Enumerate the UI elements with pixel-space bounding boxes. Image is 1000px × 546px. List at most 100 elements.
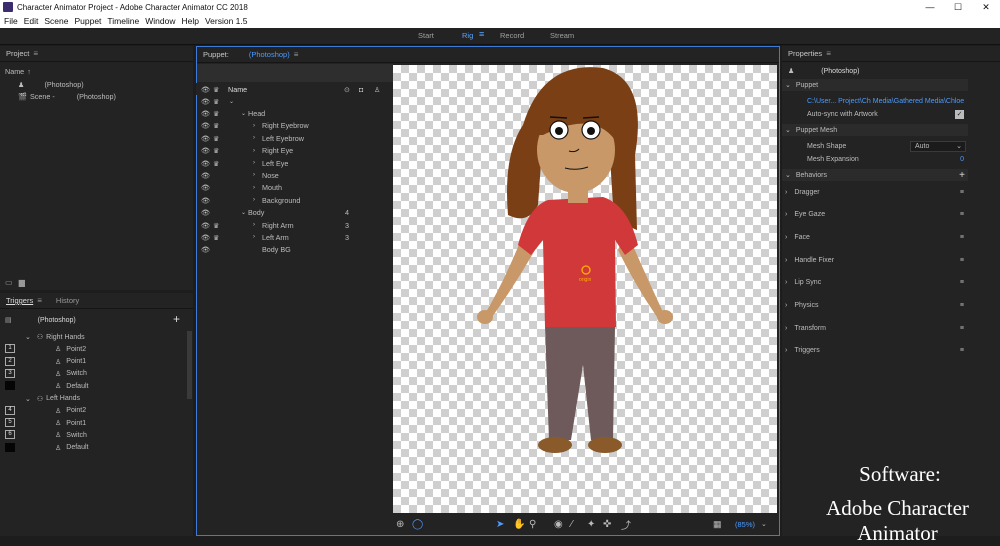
tab-start[interactable]: Start [418,31,434,40]
artwork-path-link[interactable]: C:\User... Project\Ch Media\Gathered Med… [807,98,964,105]
menu-timeline[interactable]: Timeline [107,16,139,26]
behavior-menu-icon[interactable]: ≡ [960,325,964,332]
artwork-path-row[interactable]: C:\User... Project\Ch Media\Gathered Med… [782,95,968,107]
behavior-row[interactable]: › Triggers ≡ [782,345,968,357]
chevron-icon[interactable]: › [253,185,255,191]
behavior-row[interactable]: › Dragger ≡ [782,186,968,198]
minimize-icon[interactable]: — [916,0,944,14]
panel-menu-icon[interactable]: ≡ [37,296,42,305]
layer-row[interactable]: 👁 Body BG [196,244,392,256]
crown-icon[interactable]: ♛ [213,109,219,118]
behavior-menu-icon[interactable]: ≡ [960,257,964,264]
grid-icon[interactable]: ▤ [5,316,12,324]
trigger-row[interactable]: ♙ Switch [55,368,87,380]
crown-icon[interactable]: ♛ [213,146,219,155]
eye-icon[interactable]: 👁 [201,159,210,168]
chevron-right-icon[interactable]: › [785,234,787,241]
crown-icon[interactable]: ♛ [213,159,219,168]
swap-set-row[interactable]: ⌄ ⚇ Right Hands [25,331,85,343]
menu-puppet[interactable]: Puppet [74,16,101,26]
layer-search-bar[interactable] [197,64,393,82]
rig-menu-icon[interactable]: ≡ [479,29,484,39]
trigger-row[interactable]: ♙ Point1 [55,417,86,429]
eye-icon[interactable]: 👁 [201,233,210,242]
layer-row[interactable]: 👁 ♛ › Left Eyebrow [196,132,392,144]
chevron-icon[interactable]: ⌄ [229,98,234,105]
behavior-menu-icon[interactable]: ≡ [960,189,964,196]
chevron-icon[interactable]: ⌄ [241,110,246,117]
chevron-right-icon[interactable]: › [785,302,787,309]
layer-name-header[interactable]: Name [228,85,247,94]
layer-row[interactable]: 👁 › Background [196,194,392,206]
new-scene-icon[interactable]: ▭ [5,278,13,287]
pin-tool-icon[interactable]: ✦ [587,519,595,530]
chevron-right-icon[interactable]: › [785,257,787,264]
trigger-row[interactable]: ♙ Point1 [55,356,86,368]
chevron-icon[interactable]: › [253,172,255,178]
trigger-row[interactable]: ♙ Default [55,380,88,392]
view-mode-icon[interactable]: ⊕ [396,519,404,530]
crown-icon[interactable]: ♛ [213,121,219,130]
trigger-row[interactable]: ♙ Switch [55,429,87,441]
behavior-row[interactable]: › Transform ≡ [782,322,968,334]
layer-row[interactable]: 👁 ♛ › Left Arm 3 [196,231,392,243]
tab-record[interactable]: Record [500,31,524,40]
zoom-tool-icon[interactable]: ⚲ [529,519,536,530]
layer-row[interactable]: 👁 › Nose [196,169,392,181]
behavior-menu-icon[interactable]: ≡ [960,211,964,218]
behavior-menu-icon[interactable]: ≡ [960,279,964,286]
panel-menu-icon[interactable]: ≡ [294,50,299,59]
behavior-row[interactable]: › Handle Fixer ≡ [782,254,968,266]
trigger-row[interactable]: ♙ Point2 [55,343,86,355]
crown-icon[interactable]: ♛ [213,134,219,143]
mesh-shape-select[interactable]: Auto ⌄ [910,140,966,152]
mesh-expansion-value[interactable]: 0 [960,156,964,163]
menu-edit[interactable]: Edit [24,16,39,26]
trigger-key[interactable]: 4 [5,405,15,415]
behavior-menu-icon[interactable]: ≡ [960,234,964,241]
add-behavior-button[interactable]: + [959,170,965,181]
layer-row[interactable]: 👁 ♛ › Right Arm 3 [196,219,392,231]
behavior-row[interactable]: › Face ≡ [782,231,968,243]
eye-icon[interactable]: 👁 [201,221,210,230]
section-puppet-mesh[interactable]: ⌄ Puppet Mesh [782,124,968,136]
mesh-view-icon[interactable]: ◯ [412,519,423,530]
trigger-key-empty[interactable] [5,381,15,391]
chevron-icon[interactable]: › [253,148,255,154]
eye-icon[interactable]: 👁 [201,146,210,155]
tab-history[interactable]: History [56,296,79,305]
chevron-icon[interactable]: › [253,135,255,141]
crown-icon[interactable]: ♛ [213,97,219,106]
chevron-right-icon[interactable]: › [785,347,787,354]
eye-icon[interactable]: 👁 [201,171,210,180]
eye-icon[interactable]: 👁 [201,109,210,118]
trigger-key[interactable]: 1 [5,344,15,354]
dragger-tool-icon[interactable]: ⤴ [621,517,631,532]
chevron-down-icon[interactable]: ⌄ [761,520,767,528]
chevron-right-icon[interactable]: › [785,189,787,196]
menu-help[interactable]: Help [181,16,198,26]
chevron-icon[interactable]: › [253,123,255,129]
layer-row[interactable]: 👁 ♛ ⌄ [196,95,392,107]
behavior-row[interactable]: › Lip Sync ≡ [782,277,968,289]
project-item-puppet[interactable]: ♟ (Photoshop) [18,78,84,90]
origin-tool-icon[interactable]: ◉ [554,519,563,530]
crown-icon[interactable]: ♛ [213,221,219,230]
project-name-header[interactable]: Name ↑ [5,65,31,77]
stick-tool-icon[interactable]: ⁄ [571,519,573,530]
menu-window[interactable]: Window [145,16,175,26]
layer-row[interactable]: 👁 ⌄ Body 4 [196,207,392,219]
eye-icon[interactable]: 👁 [201,183,210,192]
behavior-menu-icon[interactable]: ≡ [960,347,964,354]
hand-tool-icon[interactable]: ✋ [513,519,525,530]
chevron-right-icon[interactable]: › [785,325,787,332]
autosync-checkbox[interactable]: ✓ [955,109,964,119]
transparency-grid-icon[interactable]: ▦ [713,519,722,530]
chevron-icon[interactable]: › [253,222,255,228]
project-item-scene[interactable]: 🎬 Scene - (Photoshop) [18,90,116,102]
layer-row[interactable]: 👁 ♛ › Right Eyebrow [196,120,392,132]
eye-icon[interactable]: 👁 [201,196,210,205]
eye-icon[interactable]: 👁 [201,208,210,217]
chevron-icon[interactable]: › [253,234,255,240]
rig-canvas[interactable]: origin [393,65,777,513]
